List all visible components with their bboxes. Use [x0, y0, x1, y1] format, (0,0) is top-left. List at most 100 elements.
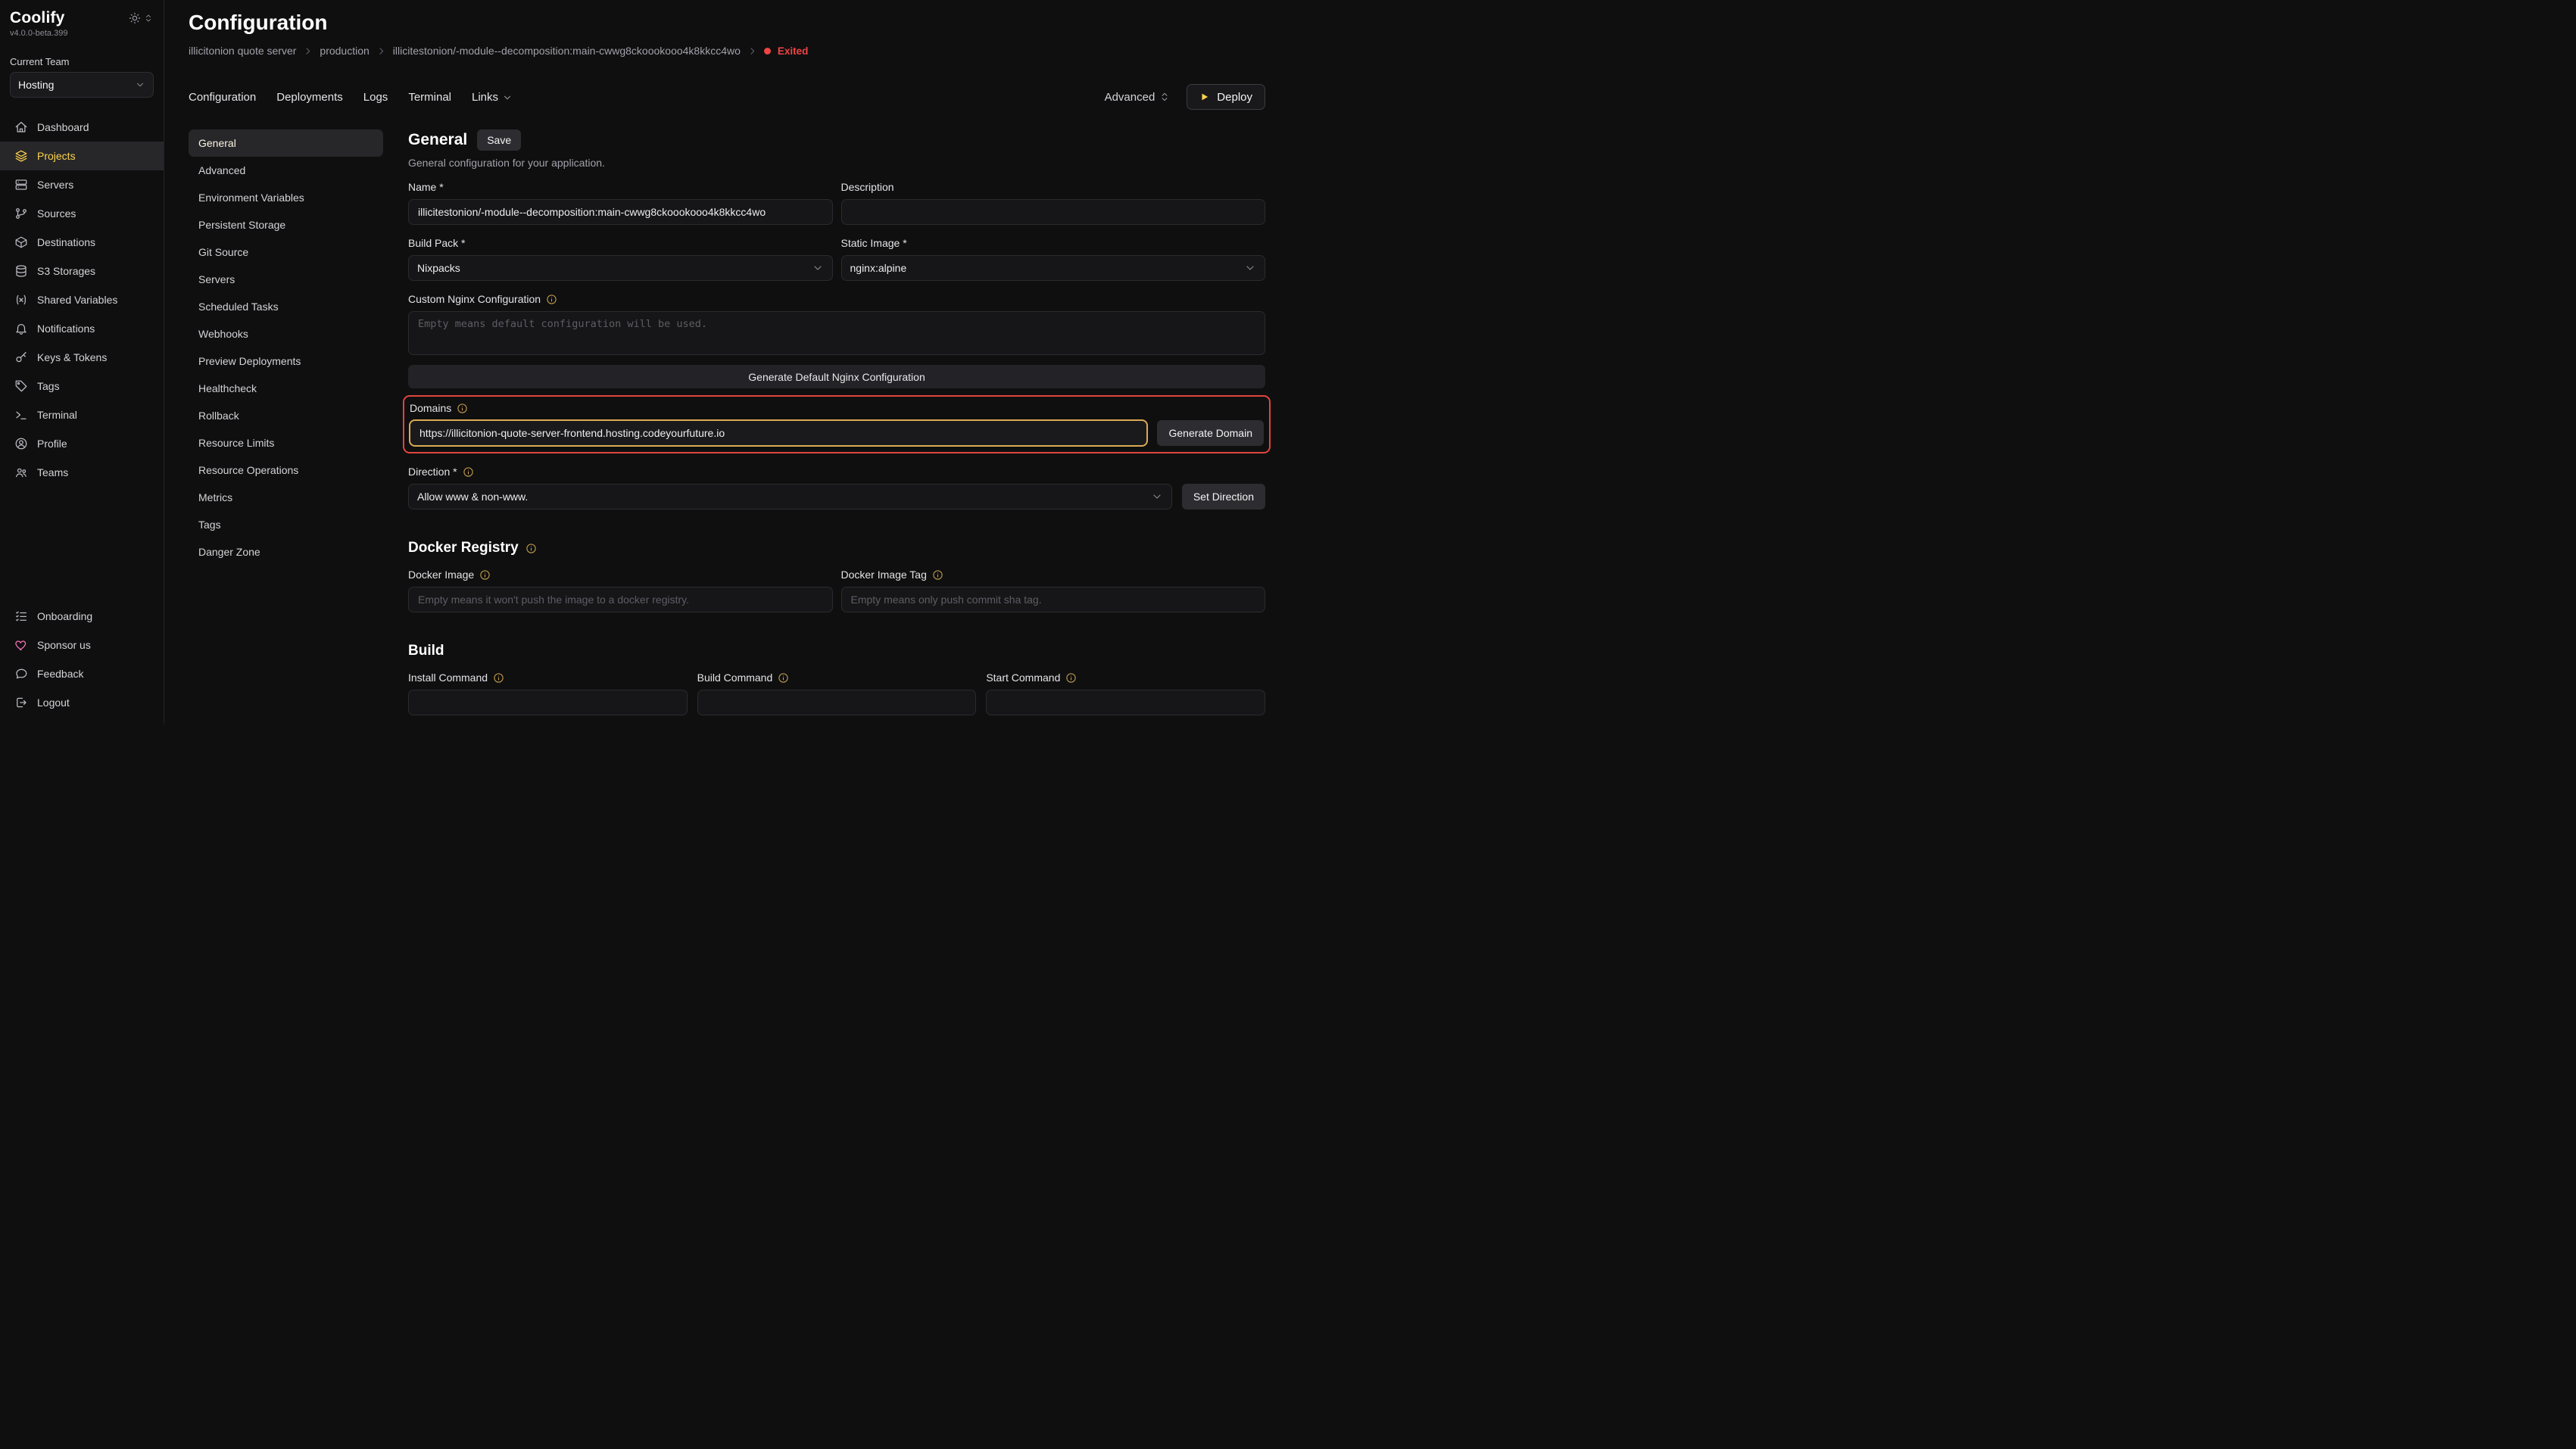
description-field: Description	[841, 169, 1266, 225]
breadcrumb-environment[interactable]: production	[320, 45, 369, 57]
settings-nav-item[interactable]: General	[189, 129, 383, 157]
direction-select[interactable]: Allow www & non-www.	[408, 484, 1172, 509]
deploy-label: Deploy	[1217, 91, 1252, 104]
breadcrumb-application[interactable]: illicitestonion/-module--decomposition:m…	[393, 45, 741, 57]
sidebar-item[interactable]: Feedback	[0, 659, 164, 688]
chevron-down-icon	[502, 92, 513, 103]
start-command-input[interactable]	[986, 690, 1265, 715]
sidebar: Coolify v4.0.0-beta.399 Current Team Hos…	[0, 0, 164, 724]
build-command-label: Build Command	[697, 672, 977, 684]
deploy-button[interactable]: Deploy	[1187, 84, 1265, 110]
sidebar-item[interactable]: Terminal	[0, 400, 164, 429]
info-icon[interactable]	[463, 466, 474, 478]
info-icon[interactable]	[778, 672, 789, 684]
team-select[interactable]: Hosting	[10, 72, 154, 98]
settings-nav-item-label: Persistent Storage	[198, 219, 285, 231]
settings-nav-item[interactable]: Scheduled Tasks	[189, 293, 383, 320]
breadcrumb-project[interactable]: illicitonion quote server	[189, 45, 296, 57]
custom-nginx-textarea[interactable]	[408, 311, 1265, 355]
docker-image-tag-field: Docker Image Tag	[841, 556, 1266, 612]
docker-registry-title: Docker Registry	[408, 540, 1265, 556]
updown-chevron-icon	[1159, 92, 1170, 102]
settings-nav-item[interactable]: Git Source	[189, 238, 383, 266]
general-form: General Save General configuration for y…	[408, 129, 1265, 724]
build-pack-select[interactable]: Nixpacks	[408, 255, 833, 281]
static-image-select[interactable]: nginx:alpine	[841, 255, 1266, 281]
info-icon[interactable]	[525, 543, 537, 554]
name-input[interactable]	[408, 199, 833, 225]
settings-nav-item[interactable]: Webhooks	[189, 320, 383, 347]
sidebar-item[interactable]: Logout	[0, 688, 164, 717]
sidebar-item[interactable]: Projects	[0, 142, 164, 170]
sidebar-item[interactable]: Sponsor us	[0, 631, 164, 659]
install-command-input[interactable]	[408, 690, 688, 715]
set-direction-button[interactable]: Set Direction	[1182, 484, 1265, 509]
info-icon[interactable]	[1065, 672, 1077, 684]
docker-image-tag-input[interactable]	[841, 587, 1266, 612]
settings-nav-item[interactable]: Healthcheck	[189, 375, 383, 402]
advanced-toggle[interactable]: Advanced	[1105, 91, 1171, 104]
tab[interactable]: Terminal	[408, 91, 451, 104]
info-icon[interactable]	[479, 569, 491, 581]
breadcrumb: illicitonion quote server production ill…	[189, 45, 1265, 57]
sidebar-item[interactable]: Servers	[0, 170, 164, 199]
generate-nginx-button[interactable]: Generate Default Nginx Configuration	[408, 365, 1265, 388]
docker-image-input[interactable]	[408, 587, 833, 612]
sidebar-item[interactable]: Dashboard	[0, 113, 164, 142]
sidebar-item[interactable]: Notifications	[0, 314, 164, 343]
settings-nav-item[interactable]: Resource Limits	[189, 429, 383, 457]
settings-nav-item[interactable]: Tags	[189, 511, 383, 538]
form-subtitle: General configuration for your applicati…	[408, 157, 1265, 169]
chevron-down-icon	[135, 79, 145, 90]
chevron-down-icon	[1151, 491, 1163, 503]
theme-switcher[interactable]	[129, 12, 153, 24]
settings-nav-item[interactable]: Advanced	[189, 157, 383, 184]
sidebar-item[interactable]: S3 Storages	[0, 257, 164, 285]
info-icon[interactable]	[932, 569, 943, 581]
settings-nav-item[interactable]: Metrics	[189, 484, 383, 511]
sidebar-item[interactable]: Tags	[0, 372, 164, 400]
play-icon	[1199, 92, 1210, 102]
tab[interactable]: Logs	[363, 91, 388, 104]
tab[interactable]: Configuration	[189, 91, 256, 104]
info-icon[interactable]	[457, 403, 468, 414]
onboarding-icon	[14, 609, 28, 623]
sidebar-item[interactable]: Destinations	[0, 228, 164, 257]
build-command-input[interactable]	[697, 690, 977, 715]
settings-nav-item[interactable]: Persistent Storage	[189, 211, 383, 238]
sidebar-item-label: Sponsor us	[37, 639, 91, 651]
tabs-right: Advanced Deploy	[1105, 84, 1265, 110]
tab[interactable]: Deployments	[276, 91, 343, 104]
settings-nav-item[interactable]: Resource Operations	[189, 457, 383, 484]
generate-domain-button[interactable]: Generate Domain	[1157, 420, 1264, 446]
sidebar-item[interactable]: Sources	[0, 199, 164, 228]
settings-nav-item[interactable]: Servers	[189, 266, 383, 293]
status-badge: Exited	[778, 45, 809, 57]
sidebar-item[interactable]: Keys & Tokens	[0, 343, 164, 372]
domains-input[interactable]	[410, 420, 1147, 446]
app-logo[interactable]: Coolify	[10, 9, 65, 27]
info-icon[interactable]	[546, 294, 557, 305]
sidebar-item[interactable]: Onboarding	[0, 602, 164, 631]
start-command-field: Start Command	[986, 659, 1265, 715]
sidebar-item-label: Terminal	[37, 409, 77, 421]
form-head: General Save	[408, 129, 1265, 151]
sidebar-item[interactable]: Teams	[0, 458, 164, 487]
settings-nav-item-label: Resource Operations	[198, 464, 298, 476]
tab-label: Configuration	[189, 91, 256, 104]
sidebar-item[interactable]: Shared Variables	[0, 285, 164, 314]
settings-nav-item[interactable]: Environment Variables	[189, 184, 383, 211]
static-image-label: Static Image *	[841, 237, 1266, 249]
tab[interactable]: Links	[472, 91, 513, 104]
settings-nav-item[interactable]: Danger Zone	[189, 538, 383, 566]
save-button[interactable]: Save	[477, 129, 521, 151]
settings-nav-item-label: Resource Limits	[198, 437, 274, 449]
description-input[interactable]	[841, 199, 1266, 225]
settings-nav-item[interactable]: Preview Deployments	[189, 347, 383, 375]
settings-nav-item-label: Advanced	[198, 164, 245, 176]
sidebar-item[interactable]: Profile	[0, 429, 164, 458]
tab-label: Deployments	[276, 91, 343, 104]
tab-label: Logs	[363, 91, 388, 104]
info-icon[interactable]	[493, 672, 504, 684]
settings-nav-item[interactable]: Rollback	[189, 402, 383, 429]
